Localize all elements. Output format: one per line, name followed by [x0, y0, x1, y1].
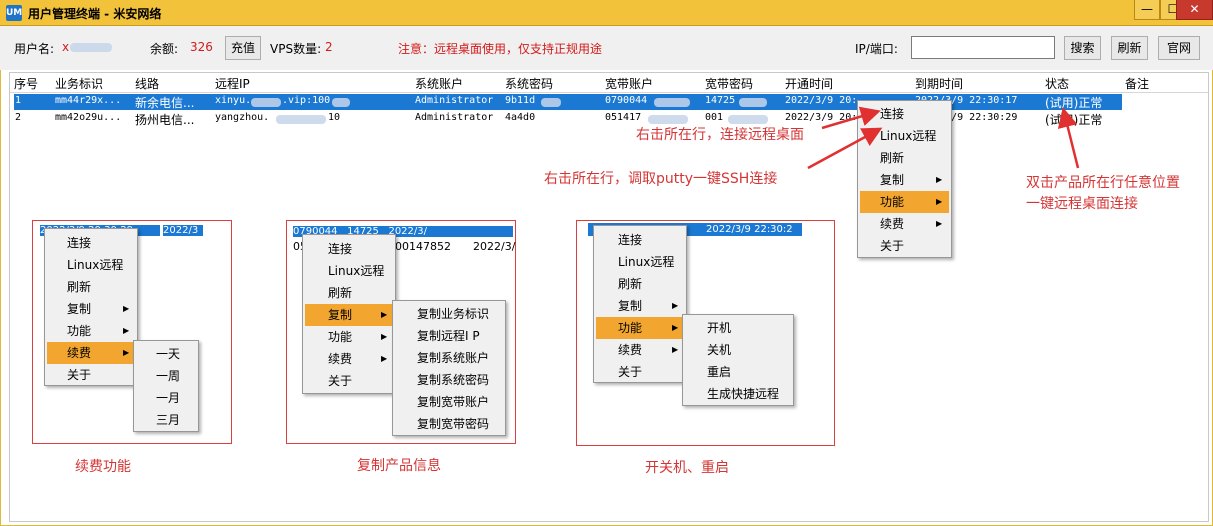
- annotation-arrows: [807, 106, 1080, 170]
- arrow-to-selected-row: [1057, 107, 1080, 169]
- arrow-to-connect: [821, 106, 881, 130]
- arrow-to-linux-remote: [807, 127, 883, 170]
